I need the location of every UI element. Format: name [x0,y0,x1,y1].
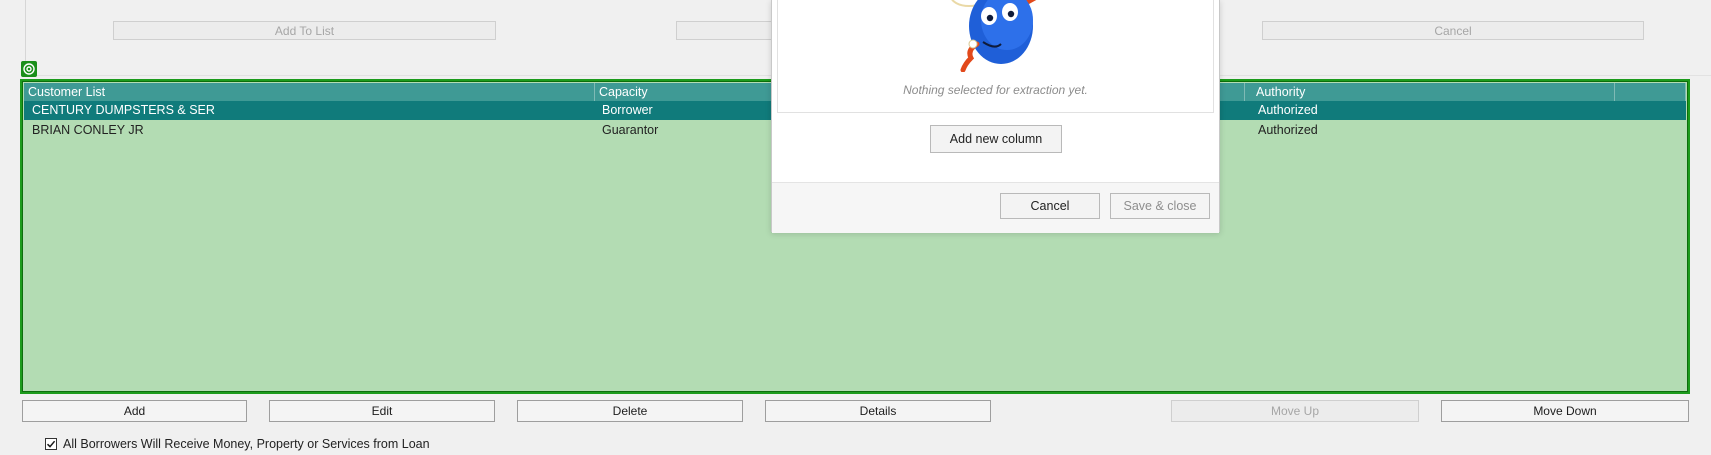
edit-button[interactable]: Edit [269,400,495,422]
cell-capacity: Borrower [602,103,653,117]
top-cancel-button[interactable]: Cancel [1262,21,1644,40]
cell-authority: Authorized [1258,103,1318,117]
cell-customer: BRIAN CONLEY JR [32,123,144,137]
empty-state-text: Nothing selected for extraction yet. [903,83,1088,97]
column-header-authority[interactable]: Authority [1252,83,1615,101]
add-button[interactable]: Add [22,400,247,422]
extraction-preview: Nothing selected for extraction yet. [777,0,1214,113]
cell-customer: CENTURY DUMPSTERS & SER [32,103,215,117]
receive-money-checkbox-row[interactable]: All Borrowers Will Receive Money, Proper… [45,436,430,452]
delete-button[interactable]: Delete [517,400,743,422]
grid-options-icon[interactable] [21,61,37,77]
cell-capacity: Guarantor [602,123,659,137]
move-up-button[interactable]: Move Up [1171,400,1419,422]
cell-authority: Authorized [1258,123,1318,137]
partial-hidden-button[interactable] [676,21,776,40]
save-close-button[interactable]: Save & close [1110,193,1210,219]
column-header-extra[interactable] [1615,83,1686,101]
details-button[interactable]: Details [765,400,991,422]
extraction-dialog: Nothing selected for extraction yet. Add… [771,0,1220,233]
move-down-button[interactable]: Move Down [1441,400,1689,422]
receive-money-checkbox[interactable] [45,438,57,450]
receive-money-label: All Borrowers Will Receive Money, Proper… [63,437,430,451]
column-header-customer-list[interactable]: Customer List [24,83,595,101]
blue-character-icon [951,0,1037,72]
dialog-cancel-button[interactable]: Cancel [1000,193,1100,219]
add-new-column-button[interactable]: Add new column [930,125,1062,153]
dialog-footer: Cancel Save & close [772,182,1219,233]
add-to-list-button[interactable]: Add To List [113,21,496,40]
